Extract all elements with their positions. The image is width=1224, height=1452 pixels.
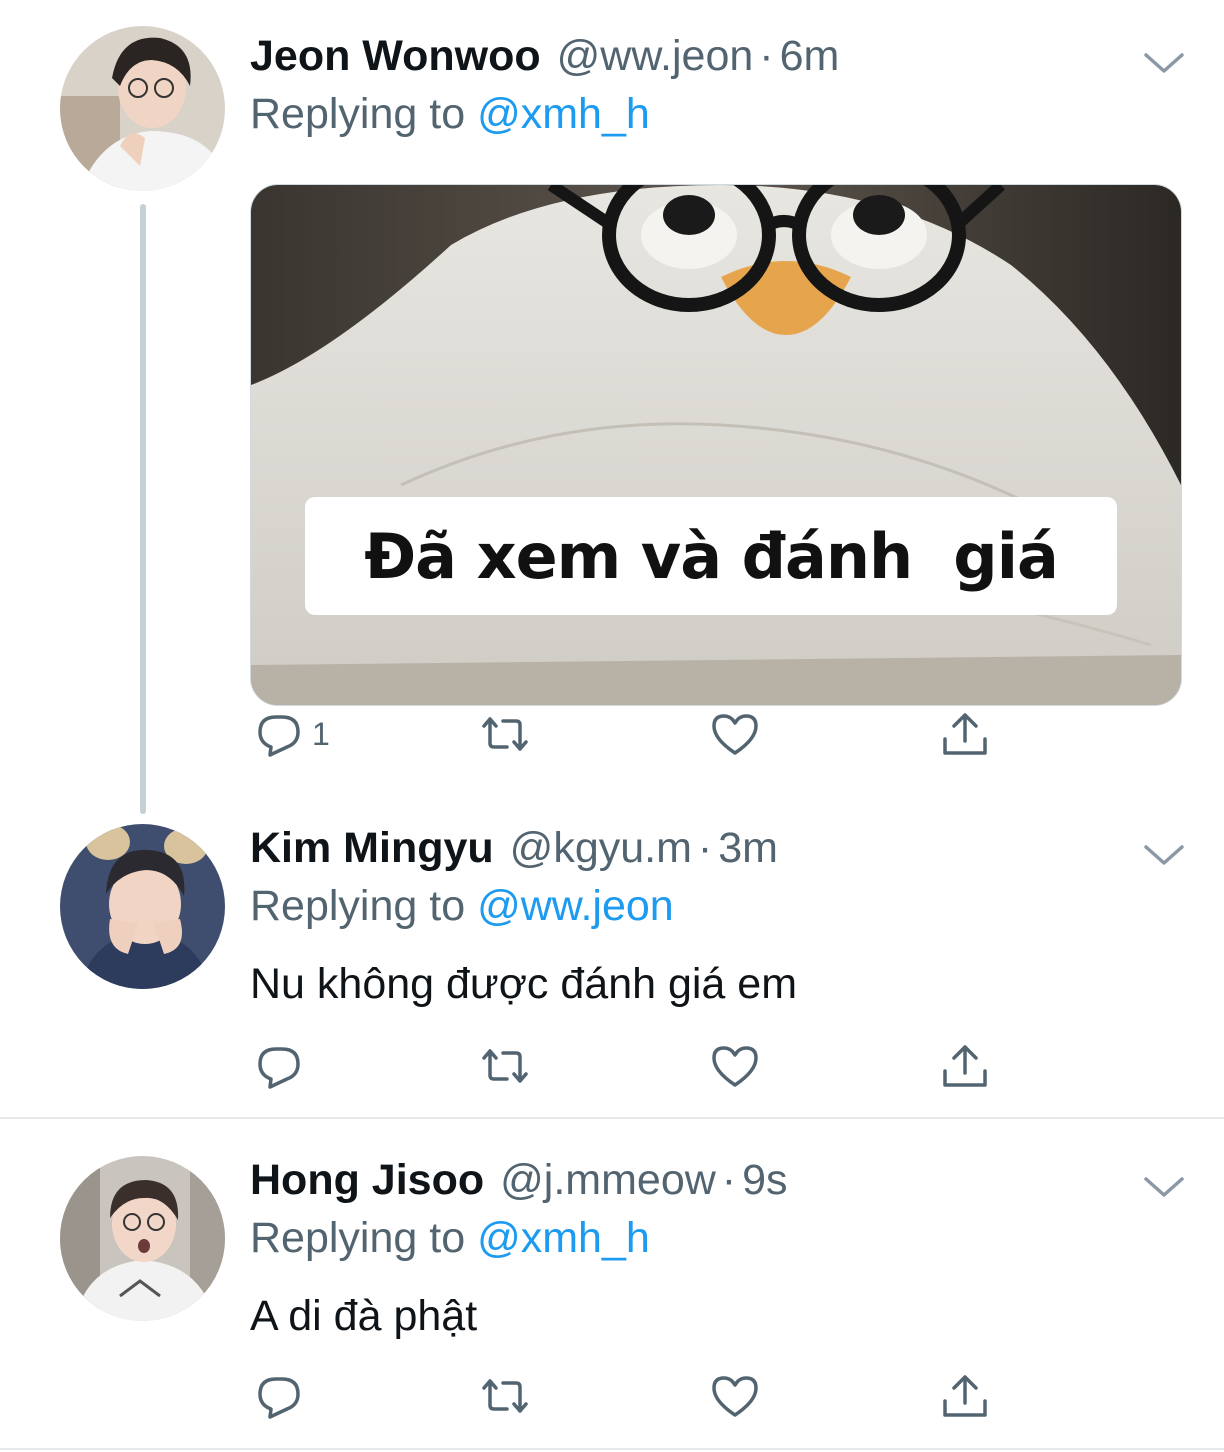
user-handle[interactable]: @j.mmeow [500,1150,716,1210]
retweet-button[interactable] [480,1036,530,1096]
tweet-header: Hong Jisoo @j.mmeow · 9s [250,1150,788,1210]
display-name[interactable]: Kim Mingyu [250,818,494,878]
reply-icon [258,1377,300,1419]
timestamp[interactable]: 6m [780,26,840,86]
tweet-1[interactable]: Jeon Wonwoo @ww.jeon · 6m Replying to @x… [0,26,1224,814]
tweet-header: Jeon Wonwoo @ww.jeon · 6m [250,26,839,86]
avatar[interactable] [60,824,225,989]
like-button[interactable] [710,704,760,764]
replying-to: Replying to @xmh_h [250,1208,650,1268]
like-button[interactable] [710,1036,760,1096]
reply-button[interactable] [254,1366,312,1426]
chevron-down-icon[interactable] [1142,1172,1186,1202]
retweet-icon [482,1049,528,1083]
like-button[interactable] [710,1366,760,1426]
reply-count: 1 [312,715,330,752]
reply-button[interactable] [254,1036,312,1096]
display-name[interactable]: Hong Jisoo [250,1150,484,1210]
separator-dot: · [697,824,713,872]
replying-to: Replying to @ww.jeon [250,876,674,936]
replying-to-mention[interactable]: @xmh_h [477,90,650,138]
share-icon [943,1375,987,1417]
reply-icon [258,1047,300,1089]
tweet-actions [250,1036,1010,1096]
media-caption: Đã xem và đánh giá [364,519,1059,593]
separator-dot: · [759,32,774,80]
tweet-3[interactable]: Hong Jisoo @j.mmeow · 9s Replying to @xm… [0,1150,1224,1440]
share-button[interactable] [940,704,990,764]
replying-to-mention[interactable]: @ww.jeon [477,882,674,930]
tweet-divider [0,1117,1224,1119]
replying-to-mention[interactable]: @xmh_h [477,1214,650,1262]
share-icon [943,1045,987,1087]
avatar[interactable] [60,26,225,191]
user-handle[interactable]: @kgyu.m [510,818,692,878]
retweet-icon [482,1379,528,1413]
retweet-button[interactable] [480,704,530,764]
share-button[interactable] [940,1036,990,1096]
replying-to: Replying to @xmh_h [250,84,650,144]
like-icon [712,1046,758,1087]
chevron-down-icon[interactable] [1142,840,1186,870]
timestamp[interactable]: 9s [742,1150,787,1210]
display-name[interactable]: Jeon Wonwoo [250,26,541,86]
tweet-header: Kim Mingyu @kgyu.m · 3m [250,818,778,878]
timestamp[interactable]: 3m [718,818,778,878]
like-icon [712,714,758,755]
thread-line [140,204,146,814]
replying-to-label: Replying to [250,1214,478,1262]
tweet-text: A di đà phật [250,1292,478,1340]
replying-to-label: Replying to [250,882,478,930]
share-button[interactable] [940,1366,990,1426]
avatar[interactable] [60,1156,225,1321]
like-icon [712,1376,758,1417]
tweet-text: Nu không được đánh giá em [250,960,798,1008]
separator-dot: · [721,1156,737,1204]
media-caption-box: Đã xem và đánh giá [305,497,1117,615]
retweet-button[interactable] [480,1366,530,1426]
reply-button[interactable]: 1 [254,704,330,764]
tweet-2[interactable]: Kim Mingyu @kgyu.m · 3m Replying to @ww.… [0,818,1224,1108]
reply-icon [258,715,300,757]
retweet-icon [482,717,528,751]
tweet-actions [250,1366,1010,1426]
tweet-media-image[interactable]: Đã xem và đánh giá [250,184,1182,706]
tweet-divider [0,1448,1224,1450]
user-handle[interactable]: @ww.jeon [557,26,754,86]
replying-to-label: Replying to [250,90,478,138]
chevron-down-icon[interactable] [1142,48,1186,78]
tweet-actions: 1 [250,704,1010,764]
share-icon [943,713,987,755]
